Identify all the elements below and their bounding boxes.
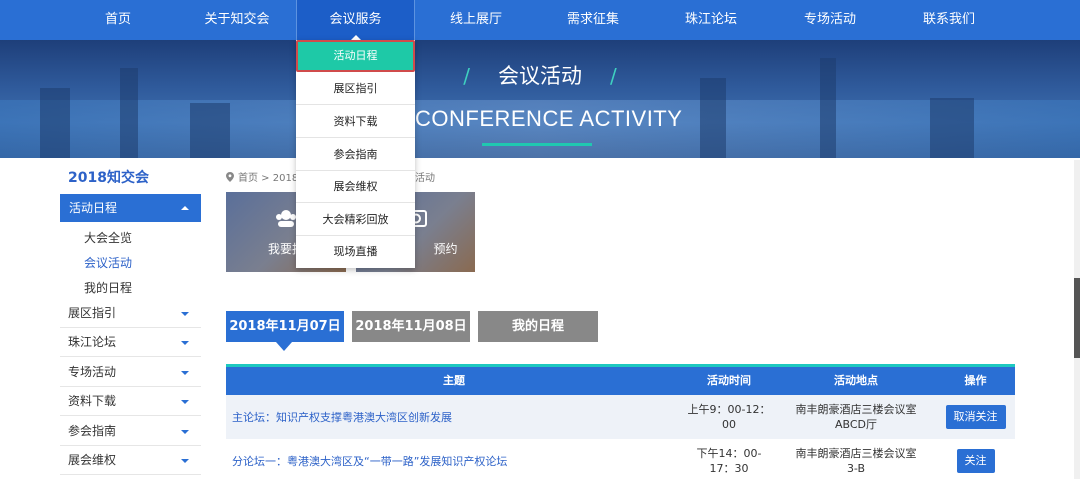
sidebar-item-label: 珠江论坛 xyxy=(68,335,117,349)
sidebar-item-schedule[interactable]: 活动日程 xyxy=(60,194,201,222)
slash-decoration-icon: / xyxy=(610,64,617,88)
unfollow-button[interactable]: 取消关注 xyxy=(945,405,1006,429)
chevron-down-icon xyxy=(181,430,189,434)
nav-item-about[interactable]: 关于知交会 xyxy=(196,0,278,40)
row-time: 上午9：00-12： 00 xyxy=(682,395,776,439)
sidebar-title: 2018知交会 xyxy=(68,170,149,186)
row-time-line: 下午14：00- xyxy=(696,447,762,460)
tab-caret-down-icon xyxy=(276,342,292,351)
chevron-down-icon xyxy=(181,400,189,404)
breadcrumb-path[interactable]: 首页 > 2018 xyxy=(238,173,298,184)
column-header-action: 操作 xyxy=(964,374,987,387)
row-topic-link[interactable]: 主论坛：知识产权支撑粤港澳大湾区创新发展 xyxy=(226,395,682,439)
menu-item-rights-protection[interactable]: 展会维权 xyxy=(296,171,415,203)
follow-button[interactable]: 关注 xyxy=(956,449,995,473)
row-time: 下午14：00- 17：30 xyxy=(682,439,776,483)
chevron-down-icon xyxy=(181,371,189,375)
conference-service-dropdown: 活动日程 展区指引 资料下载 参会指南 展会维权 大会精彩回放 现场直播 xyxy=(296,40,415,268)
column-header-time: 活动时间 xyxy=(707,374,751,387)
sidebar-subitem-my-schedule[interactable]: 我的日程 xyxy=(84,279,132,296)
banner-building xyxy=(700,78,726,158)
banner-title: / 会议活动 / xyxy=(0,60,1080,90)
row-action: 关注 xyxy=(936,439,1015,483)
row-time-line: 00 xyxy=(722,418,736,431)
banner-building xyxy=(930,98,974,158)
sidebar-item-label: 展会维权 xyxy=(68,453,117,467)
table-row: 分论坛一：粤港澳大湾区及“一带一路”发展知识产权论坛 下午14：00- 17：3… xyxy=(226,439,1015,483)
table-row: 主论坛：知识产权支撑粤港澳大湾区创新发展 上午9：00-12： 00 南丰朗豪酒… xyxy=(226,395,1015,439)
slash-decoration-icon: / xyxy=(463,64,470,88)
scrollbar-thumb[interactable] xyxy=(1074,278,1080,358)
tab-date-nov-07[interactable]: 2018年11月07日 xyxy=(226,311,344,342)
nav-item-special-events[interactable]: 专场活动 xyxy=(790,0,870,40)
column-header-place: 活动地点 xyxy=(834,374,878,387)
sidebar-subitem-meetings[interactable]: 会议活动 xyxy=(84,254,132,271)
sidebar-item-label: 专场活动 xyxy=(68,365,117,379)
row-action: 取消关注 xyxy=(936,395,1015,439)
location-pin-icon xyxy=(226,172,234,182)
row-place: 南丰朗豪酒店三楼会议室 ABCD厅 xyxy=(776,395,936,439)
chevron-down-icon xyxy=(181,341,189,345)
sidebar-item-downloads[interactable]: 资料下载 xyxy=(60,387,201,416)
tab-date-nov-08[interactable]: 2018年11月08日 xyxy=(352,311,470,342)
sidebar-item-rights-protection[interactable]: 展会维权 xyxy=(60,446,201,475)
chevron-down-icon xyxy=(181,459,189,463)
nav-item-demand[interactable]: 需求征集 xyxy=(553,0,633,40)
row-time-line: 上午9：00-12： xyxy=(687,403,771,416)
row-place: 南丰朗豪酒店三楼会议室 3-B xyxy=(776,439,936,483)
banner-title-text: 会议活动 xyxy=(498,64,582,88)
nav-item-online-hall[interactable]: 线上展厅 xyxy=(436,0,516,40)
page-scrollbar[interactable] xyxy=(1074,160,1080,479)
users-icon xyxy=(276,210,296,227)
top-nav: 首页 关于知交会 会议服务 线上展厅 需求征集 珠江论坛 专场活动 联系我们 xyxy=(0,0,1080,40)
row-place-line: 南丰朗豪酒店三楼会议室 xyxy=(795,447,917,460)
page-banner: / 会议活动 / CONFERENCE ACTIVITY xyxy=(0,40,1080,158)
sidebar-item-label: 展区指引 xyxy=(68,306,117,320)
chevron-up-icon xyxy=(181,206,189,210)
sidebar-item-label: 活动日程 xyxy=(69,201,118,215)
banner-subtitle: CONFERENCE ACTIVITY xyxy=(415,106,683,131)
sidebar-item-attendee-guide[interactable]: 参会指南 xyxy=(60,417,201,446)
banner-underline xyxy=(482,143,592,146)
breadcrumb-current: 活动 xyxy=(415,173,435,184)
row-place-line: ABCD厅 xyxy=(834,418,878,431)
tab-my-schedule[interactable]: 我的日程 xyxy=(478,311,598,342)
menu-item-live-stream[interactable]: 现场直播 xyxy=(296,236,415,268)
nav-item-pearl-river-forum[interactable]: 珠江论坛 xyxy=(671,0,751,40)
table-header: 主题 活动时间 活动地点 操作 xyxy=(226,367,1015,395)
breadcrumb: 首页 > 2018 xyxy=(226,169,298,184)
row-topic-link[interactable]: 分论坛一：粤港澳大湾区及“一带一路”发展知识产权论坛 xyxy=(226,439,682,483)
menu-item-downloads[interactable]: 资料下载 xyxy=(296,106,415,138)
menu-item-attendee-guide[interactable]: 参会指南 xyxy=(296,139,415,171)
row-place-line: 南丰朗豪酒店三楼会议室 xyxy=(795,403,917,416)
row-place-line: 3-B xyxy=(846,462,866,475)
nav-item-conference-service[interactable]: 会议服务 xyxy=(296,0,415,40)
row-time-line: 17：30 xyxy=(709,462,749,475)
menu-item-exhibition-guide[interactable]: 展区指引 xyxy=(296,73,415,105)
sidebar-item-pearl-river-forum[interactable]: 珠江论坛 xyxy=(60,328,201,357)
banner-building xyxy=(40,88,70,158)
nav-item-home[interactable]: 首页 xyxy=(78,0,158,40)
sidebar-item-exhibition-guide[interactable]: 展区指引 xyxy=(60,299,201,328)
nav-item-label: 会议服务 xyxy=(329,12,382,27)
nav-item-contact[interactable]: 联系我们 xyxy=(908,0,990,40)
sidebar-item-label: 资料下载 xyxy=(68,394,117,408)
menu-item-schedule[interactable]: 活动日程 xyxy=(296,40,415,72)
column-header-topic: 主题 xyxy=(443,374,465,387)
menu-item-replay[interactable]: 大会精彩回放 xyxy=(296,204,415,236)
sidebar-item-label: 参会指南 xyxy=(68,424,117,438)
chevron-down-icon xyxy=(181,312,189,316)
banner-building xyxy=(190,103,230,158)
sidebar-subitem-overview[interactable]: 大会全览 xyxy=(84,229,132,246)
sidebar-item-special-events[interactable]: 专场活动 xyxy=(60,358,201,387)
